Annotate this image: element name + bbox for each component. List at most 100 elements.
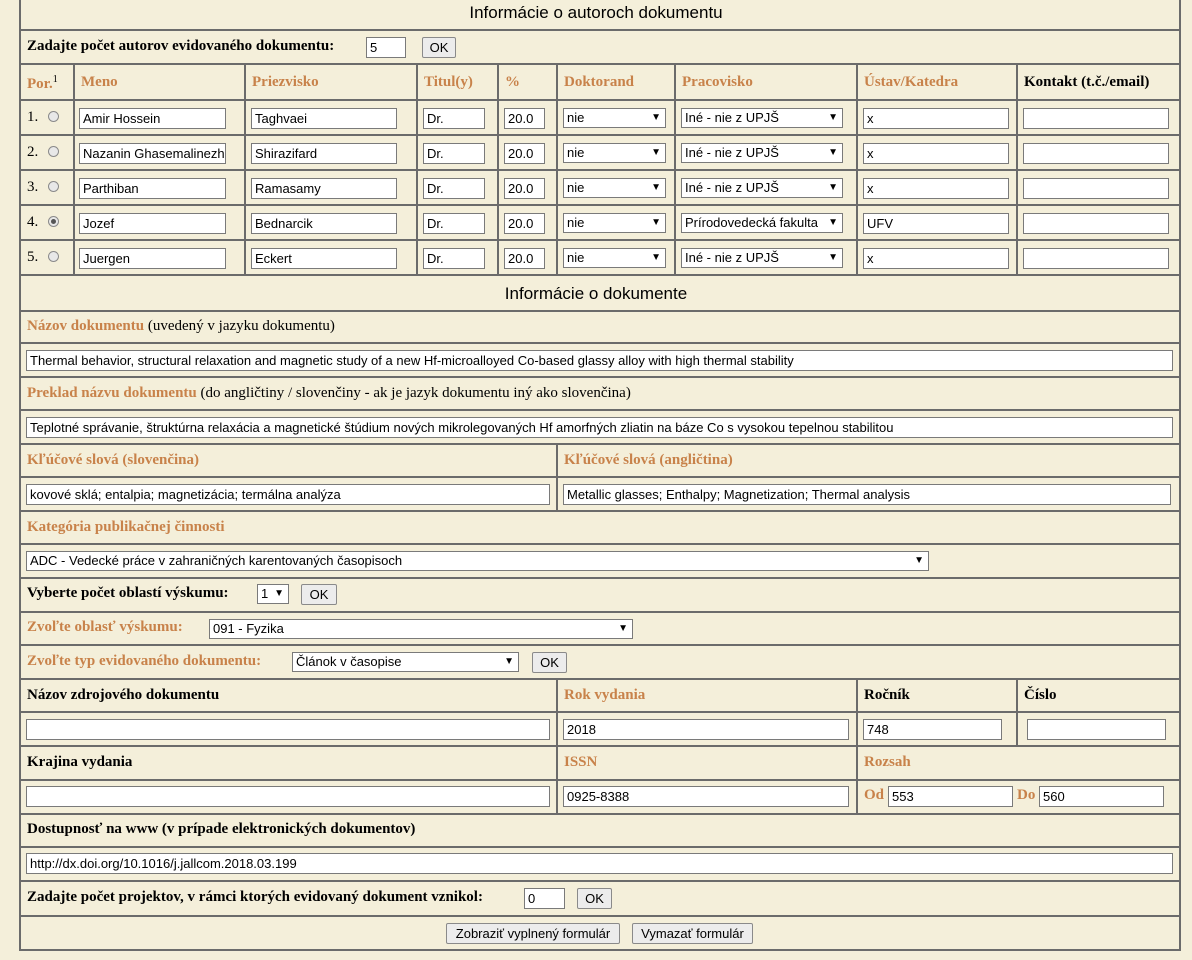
typ-select[interactable]: Článok v časopise ▼ — [292, 652, 519, 672]
author-pracovisko-value: Iné - nie z UPJŠ — [685, 180, 779, 195]
rozsah-label: Rozsah — [864, 754, 911, 770]
author-priezvisko-input[interactable]: Ramasamy — [251, 178, 397, 199]
clear-form-button[interactable]: Vymazať formulár — [632, 923, 753, 944]
author-meno-input[interactable]: Jozef — [79, 213, 226, 234]
author-priezvisko-input[interactable]: Taghvaei — [251, 108, 397, 129]
chevron-down-icon: ▼ — [274, 588, 284, 599]
author-meno-input[interactable]: Juergen — [79, 248, 226, 269]
od-label: Od — [864, 787, 885, 803]
show-form-button[interactable]: Zobraziť vyplnený formulár — [446, 923, 620, 944]
www-input[interactable]: http://dx.doi.org/10.1016/j.jallcom.2018… — [26, 853, 1173, 874]
author-radio[interactable] — [48, 216, 59, 227]
rocnik-input[interactable]: 748 — [863, 719, 1002, 740]
author-doktorand-value: nie — [567, 145, 585, 160]
author-titul-input[interactable]: Dr. — [423, 213, 485, 234]
chevron-down-icon: ▼ — [914, 555, 924, 566]
author-titul-input[interactable]: Dr. — [423, 143, 485, 164]
author-ustav-input[interactable]: x — [863, 108, 1009, 129]
nazov-input[interactable]: Thermal behavior, structural relaxation … — [26, 350, 1173, 371]
kategoria-label: Kategória publikačnej činnosti — [27, 519, 225, 535]
author-percent-input[interactable]: 20.0 — [504, 213, 545, 234]
author-number: 5. — [27, 249, 39, 265]
do-label: Do — [1017, 787, 1036, 803]
author-kontakt-input[interactable] — [1023, 213, 1169, 234]
author-doktorand-value: nie — [567, 215, 585, 230]
chevron-down-icon: ▼ — [828, 252, 838, 263]
author-percent-input[interactable]: 20.0 — [504, 108, 545, 129]
author-meno-input[interactable]: Parthiban — [79, 178, 226, 199]
col-meno: Meno — [81, 74, 118, 90]
krajina-input[interactable] — [26, 786, 550, 807]
oblast-select[interactable]: 091 - Fyzika ▼ — [209, 619, 633, 639]
author-ustav-input[interactable]: x — [863, 248, 1009, 269]
od-input[interactable]: 553 — [888, 786, 1013, 807]
author-percent-input[interactable]: 20.0 — [504, 143, 545, 164]
rok-label: Rok vydania — [564, 687, 646, 703]
author-kontakt-input[interactable] — [1023, 248, 1169, 269]
rocnik-label: Ročník — [864, 687, 910, 703]
author-kontakt-input[interactable] — [1023, 178, 1169, 199]
do-input[interactable]: 560 — [1039, 786, 1164, 807]
issn-label: ISSN — [564, 754, 598, 770]
author-pracovisko-value: Prírodovedecká fakulta — [685, 215, 818, 230]
author-radio[interactable] — [48, 181, 59, 192]
oblasti-ok-button[interactable]: OK — [301, 584, 337, 605]
keywords-sk-input[interactable]: kovové sklá; entalpia; magnetizácia; ter… — [26, 484, 550, 505]
col-pracovisko: Pracovisko — [682, 74, 753, 90]
author-pracovisko-select[interactable]: Iné - nie z UPJŠ ▼ — [681, 248, 843, 268]
author-ustav-input[interactable]: x — [863, 178, 1009, 199]
author-doktorand-select[interactable]: nie ▼ — [563, 108, 666, 128]
author-titul-input[interactable]: Dr. — [423, 178, 485, 199]
author-kontakt-input[interactable] — [1023, 108, 1169, 129]
author-meno-input[interactable]: Nazanin Ghasemalinezh — [79, 143, 226, 164]
author-priezvisko-input[interactable]: Eckert — [251, 248, 397, 269]
oblasti-select[interactable]: 1 ▼ — [257, 584, 289, 604]
author-count-ok-button[interactable]: OK — [422, 37, 456, 58]
author-doktorand-value: nie — [567, 180, 585, 195]
issn-input[interactable]: 0925-8388 — [563, 786, 849, 807]
chevron-down-icon: ▼ — [504, 656, 514, 667]
author-pracovisko-select[interactable]: Iné - nie z UPJŠ ▼ — [681, 178, 843, 198]
author-ustav-input[interactable]: UFV — [863, 213, 1009, 234]
author-radio[interactable] — [48, 111, 59, 122]
chevron-down-icon: ▼ — [828, 147, 838, 158]
author-doktorand-select[interactable]: nie ▼ — [563, 213, 666, 233]
document-section-title: Informácie o dokumente — [504, 284, 688, 303]
author-titul-input[interactable]: Dr. — [423, 248, 485, 269]
author-priezvisko-input[interactable]: Bednarcik — [251, 213, 397, 234]
author-pracovisko-select[interactable]: Iné - nie z UPJŠ ▼ — [681, 108, 843, 128]
author-count-label: Zadajte počet autorov evidovaného dokume… — [27, 38, 335, 54]
projekty-ok-button[interactable]: OK — [577, 888, 612, 909]
author-priezvisko-input[interactable]: Shirazifard — [251, 143, 397, 164]
author-percent-input[interactable]: 20.0 — [504, 248, 545, 269]
projekty-input[interactable]: 0 — [524, 888, 565, 909]
author-pracovisko-select[interactable]: Iné - nie z UPJŠ ▼ — [681, 143, 843, 163]
nazov-note: (uvedený v jazyku dokumentu) — [147, 318, 335, 334]
author-ustav-input[interactable]: x — [863, 143, 1009, 164]
preklad-input[interactable]: Teplotné správanie, štruktúrna relaxácia… — [26, 417, 1173, 438]
zdroj-input[interactable] — [26, 719, 550, 740]
author-doktorand-select[interactable]: nie ▼ — [563, 178, 666, 198]
chevron-down-icon: ▼ — [651, 147, 661, 158]
chevron-down-icon: ▼ — [651, 252, 661, 263]
author-percent-input[interactable]: 20.0 — [504, 178, 545, 199]
author-doktorand-select[interactable]: nie ▼ — [563, 143, 666, 163]
author-titul-input[interactable]: Dr. — [423, 108, 485, 129]
typ-ok-button[interactable]: OK — [532, 652, 567, 673]
author-kontakt-input[interactable] — [1023, 143, 1169, 164]
oblasti-label: Vyberte počet oblastí výskumu: — [27, 585, 229, 601]
kategoria-select[interactable]: ADC - Vedecké práce v zahraničných karen… — [26, 551, 929, 571]
author-pracovisko-select[interactable]: Prírodovedecká fakulta ▼ — [681, 213, 843, 233]
author-doktorand-select[interactable]: nie ▼ — [563, 248, 666, 268]
author-pracovisko-value: Iné - nie z UPJŠ — [685, 145, 779, 160]
rok-input[interactable]: 2018 — [563, 719, 849, 740]
author-radio[interactable] — [48, 251, 59, 262]
author-meno-input[interactable]: Amir Hossein — [79, 108, 226, 129]
www-label: Dostupnosť na www (v prípade elektronick… — [27, 821, 416, 837]
keywords-en-input[interactable]: Metallic glasses; Enthalpy; Magnetizatio… — [563, 484, 1171, 505]
oblast-value: 091 - Fyzika — [213, 621, 284, 636]
author-count-input[interactable]: 5 — [366, 37, 406, 58]
col-por: Por.1 — [27, 74, 58, 93]
author-radio[interactable] — [48, 146, 59, 157]
cislo-input[interactable] — [1027, 719, 1166, 740]
